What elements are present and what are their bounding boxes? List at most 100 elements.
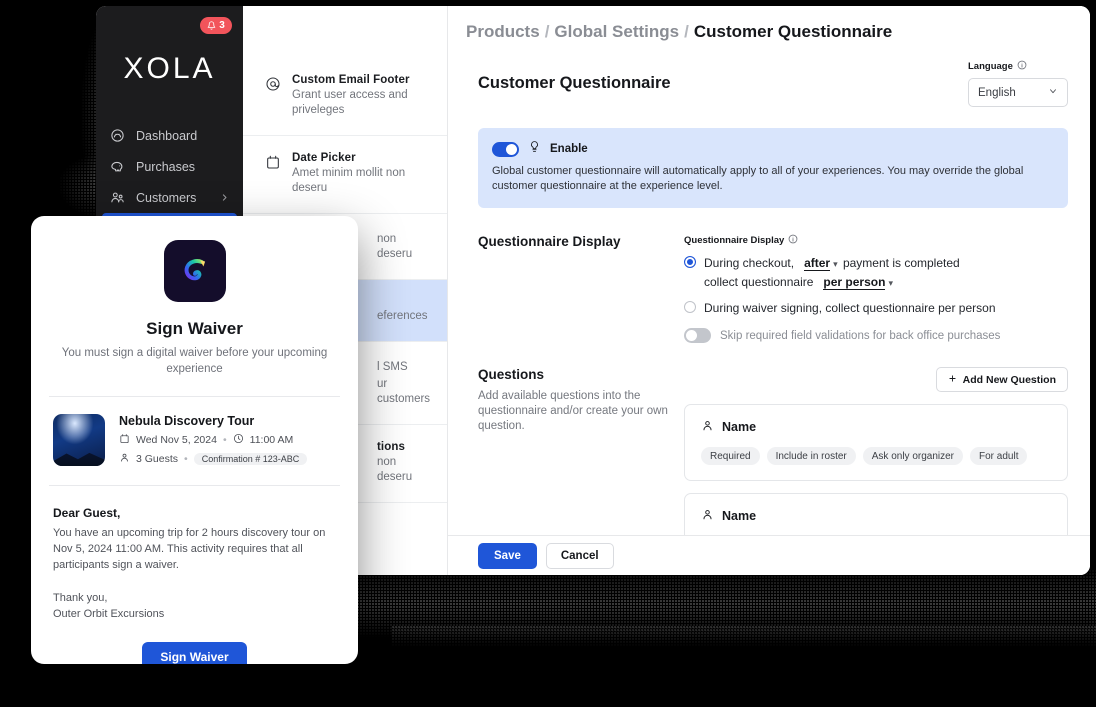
person-icon (119, 452, 130, 466)
language-label-row: Language (968, 60, 1068, 73)
add-new-question-button[interactable]: Add New Question (935, 367, 1068, 392)
timing-select-value[interactable]: after (804, 256, 831, 271)
breadcrumb-products[interactable]: Products (466, 22, 540, 42)
calendar-icon (265, 154, 281, 196)
confirmation-badge: Confirmation # 123-ABC (193, 453, 308, 465)
section-heading: Questions (478, 367, 545, 382)
sidebar-item-dashboard[interactable]: Dashboard (96, 120, 243, 151)
skip-validations-label: Skip required field validations for back… (720, 329, 1001, 342)
waiver-card-header: Sign Waiver You must sign a digital waiv… (31, 216, 358, 377)
enable-description: Global customer questionnaire will autom… (492, 165, 1024, 192)
main-scroll-area: Customer Questionnaire Language English (448, 58, 1090, 575)
add-new-question-label: Add New Question (962, 373, 1056, 386)
breadcrumb: Products / Global Settings / Customer Qu… (448, 6, 1090, 58)
question-title: Name (722, 509, 757, 523)
chip-ask-only-organizer[interactable]: Ask only organizer (862, 447, 964, 465)
sidebar-item-customers[interactable]: Customers (96, 182, 243, 213)
sidebar-item-purchases[interactable]: Purchases (96, 151, 243, 182)
info-icon[interactable] (1017, 60, 1027, 73)
chip-for-adult[interactable]: For adult (970, 447, 1028, 465)
breadcrumb-global-settings[interactable]: Global Settings (554, 22, 679, 42)
radio-option-during-waiver-signing[interactable]: During waiver signing, collect questionn… (684, 299, 1068, 317)
brand-logo: XOLA (123, 52, 216, 85)
main-content: Customer Questionnaire Language English (448, 6, 1090, 575)
info-icon[interactable] (788, 234, 798, 247)
notification-badge[interactable]: 3 (200, 17, 232, 34)
settings-item-desc: eferences (377, 310, 428, 322)
night-sky-thumbnail (53, 414, 105, 466)
window-shadow-noise-bottom (330, 570, 1096, 650)
dashboard-icon (111, 129, 124, 142)
chevron-down-icon (1048, 86, 1058, 99)
question-title: Name (722, 420, 757, 434)
sign-waiver-button[interactable]: Sign Waiver (142, 642, 247, 664)
trip-guests: 3 Guests (136, 453, 179, 465)
settings-item-date-picker[interactable]: Date Picker Amet minim mollit non deseru (243, 136, 447, 214)
question-card[interactable]: Name Required Include in roster Ask only… (684, 404, 1068, 481)
lightbulb-icon (528, 140, 541, 158)
collect-mode-select-value[interactable]: per person (823, 275, 886, 290)
clock-icon (233, 433, 244, 447)
save-button[interactable]: Save (478, 542, 537, 569)
chevron-down-icon[interactable]: ▾ (833, 259, 838, 269)
chevron-right-icon (220, 191, 229, 205)
waiver-subtitle: You must sign a digital waiver before yo… (61, 347, 328, 375)
person-icon (701, 419, 714, 435)
questions-right: Add New Question Name Required Include i… (684, 367, 1068, 555)
waiver-action-row: Sign Waiver (53, 642, 336, 664)
settings-item-custom-email-footer[interactable]: Custom Email Footer Grant user access an… (243, 58, 447, 136)
settings-item-title: Custom Email Footer (292, 74, 410, 86)
skip-validations-toggle[interactable] (684, 328, 711, 343)
language-control: Language English (968, 60, 1068, 107)
radio-button[interactable] (684, 256, 696, 268)
main-header: Customer Questionnaire Language English (478, 58, 1068, 107)
settings-item-desc: non deseru (377, 456, 413, 483)
questionnaire-display-left: Questionnaire Display (478, 234, 684, 343)
radio-button[interactable] (684, 301, 696, 313)
greeting: Dear Guest, (53, 506, 121, 520)
page-title: Customer Questionnaire (478, 74, 671, 92)
chevron-down-icon[interactable]: ▾ (888, 278, 893, 288)
questionnaire-display-right: Questionnaire Display During checkout, a… (684, 234, 1068, 343)
radio-option-during-checkout[interactable]: During checkout, after ▾ payment is compl… (684, 254, 1068, 292)
trip-time: 11:00 AM (249, 434, 294, 446)
settings-item-desc: Grant user access and priveleges (292, 89, 408, 116)
trip-name: Nebula Discovery Tour (119, 414, 255, 428)
chip-include-in-roster[interactable]: Include in roster (766, 447, 856, 465)
question-chips: Required Include in roster Ask only orga… (701, 447, 1051, 465)
trip-guests-row: 3 Guests • Confirmation # 123-ABC (119, 452, 308, 466)
calendar-icon (119, 433, 130, 447)
add-question-row: Add New Question (684, 367, 1068, 392)
screen: 3 XOLA Dashboard Purchases Customers Cus… (0, 0, 1096, 707)
chip-required[interactable]: Required (701, 447, 760, 465)
signoff-line-1: Thank you, (53, 592, 108, 604)
bell-icon (207, 21, 216, 30)
option-mid: payment is completed (842, 256, 960, 270)
person-icon (701, 508, 714, 524)
section-heading: Questionnaire Display (478, 234, 621, 249)
signoff: Thank you, Outer Orbit Excursions (53, 590, 336, 622)
plus-icon (948, 374, 957, 386)
option-prefix: During checkout, (704, 256, 795, 270)
trip-date: Wed Nov 5, 2024 (136, 434, 217, 446)
skip-validations-row[interactable]: Skip required field validations for back… (684, 328, 1068, 343)
message-body: You have an upcoming trip for 2 hours di… (53, 527, 326, 571)
settings-item-desc: l SMS (377, 361, 408, 373)
cancel-button[interactable]: Cancel (545, 542, 614, 569)
breadcrumb-separator: / (544, 22, 550, 41)
settings-item-desc: non deseru (377, 233, 413, 260)
language-select[interactable]: English (968, 78, 1068, 107)
separator-dot: • (184, 453, 188, 465)
settings-item-title: tions (377, 441, 405, 453)
window-shadow-noise-bottom-strip (392, 626, 1096, 650)
trip-details: Nebula Discovery Tour Wed Nov 5, 2024 • … (119, 414, 308, 466)
footer-action-bar: Save Cancel (448, 535, 1090, 575)
question-card-title-row: Name (701, 508, 1051, 524)
users-icon (111, 192, 124, 203)
breadcrumb-separator-2: / (684, 22, 689, 41)
section-subtext: Add available questions into the questio… (478, 390, 668, 432)
enable-toggle[interactable] (492, 141, 519, 157)
settings-item-desc: Amet minim mollit non deseru (292, 167, 406, 194)
settings-item-title: Date Picker (292, 152, 356, 164)
field-label: Questionnaire Display (684, 235, 785, 246)
